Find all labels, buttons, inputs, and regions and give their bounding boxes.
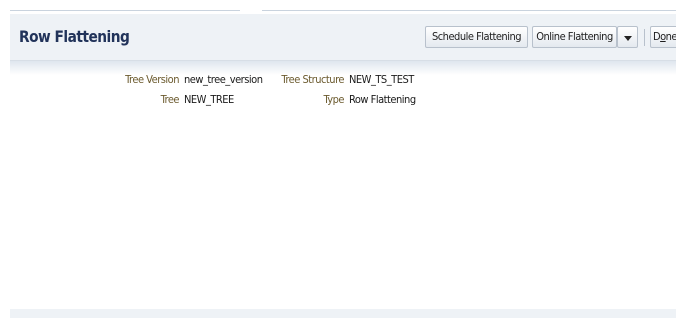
page-header: Row Flattening Schedule Flattening Onlin… xyxy=(10,14,676,60)
done-label: Done xyxy=(652,30,676,43)
tree-label: Tree xyxy=(160,93,180,106)
tree-version-label: Tree Version xyxy=(125,73,179,86)
row-flattening-region: Row Flattening Schedule Flattening Onlin… xyxy=(10,14,676,318)
done-button[interactable]: Done xyxy=(650,26,676,48)
tree-structure-label: Tree Structure xyxy=(281,73,344,86)
type-value: Row Flattening xyxy=(349,93,416,106)
schedule-flattening-button[interactable]: Schedule Flattening xyxy=(425,26,528,48)
tree-value: NEW_TREE xyxy=(184,93,234,106)
top-divider-right xyxy=(262,10,676,11)
top-divider-left xyxy=(10,10,240,11)
tree-version-value: new_tree_version xyxy=(184,73,263,86)
online-flattening-menu-button[interactable] xyxy=(617,26,638,48)
details-panel: Tree Version new_tree_version Tree Struc… xyxy=(10,60,676,309)
toolbar-separator xyxy=(644,29,645,46)
type-label: Type xyxy=(323,93,344,106)
online-flattening-button[interactable]: Online Flattening xyxy=(532,26,617,48)
tree-structure-value: NEW_TS_TEST xyxy=(349,73,414,86)
page-title: Row Flattening xyxy=(19,27,130,46)
chevron-down-icon xyxy=(624,36,632,41)
